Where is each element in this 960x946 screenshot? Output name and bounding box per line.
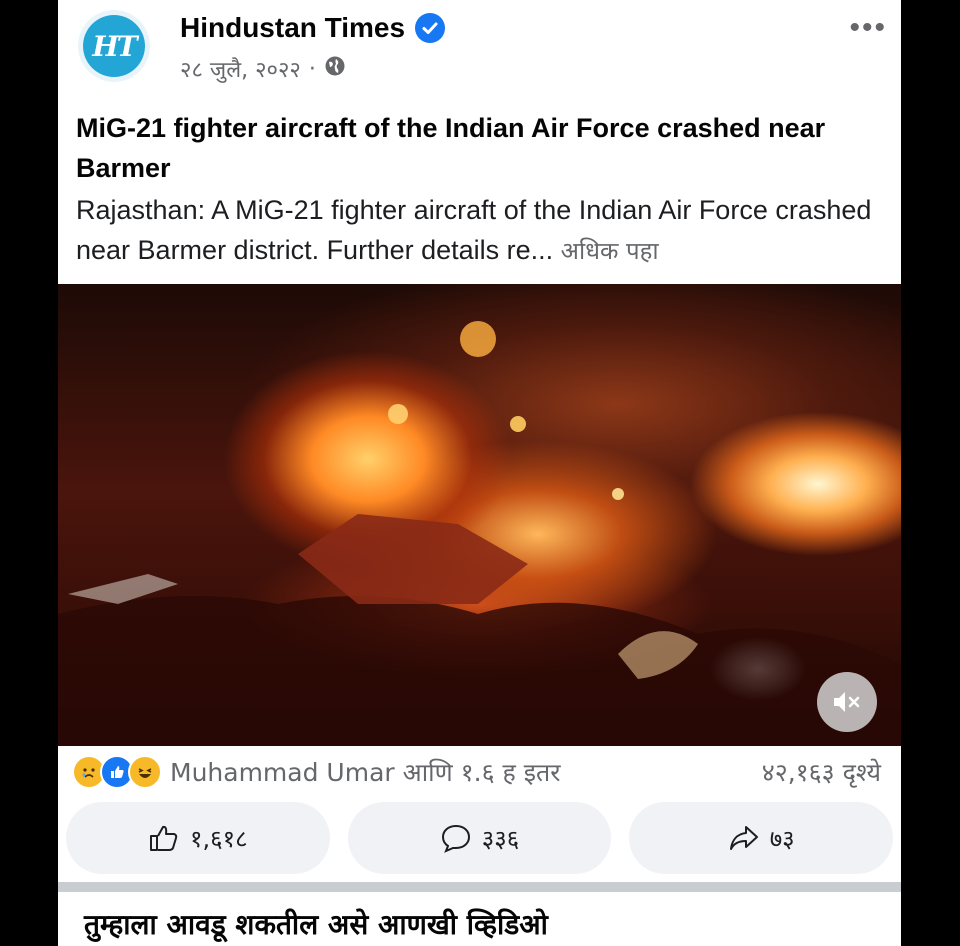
fire-scene [58, 321, 901, 746]
post-card: HT Hindustan Times २८ जुलै, २०२२ · ••• M… [58, 0, 901, 946]
reactions-summary[interactable]: Muhammad Umar आणि १.६ ह इतर [170, 755, 561, 789]
post-title: MiG-21 fighter aircraft of the Indian Ai… [76, 113, 826, 183]
page-avatar[interactable]: HT [78, 10, 150, 82]
description-text: Rajasthan: A MiG-21 fighter aircraft of … [76, 195, 872, 265]
see-more-link[interactable]: अधिक पहा [561, 237, 659, 265]
post-meta: २८ जुलै, २०२२ · [180, 54, 346, 84]
volume-muted-icon [834, 692, 860, 712]
thumbs-up-icon [150, 825, 178, 851]
page-name-row: Hindustan Times [180, 12, 446, 44]
page-name[interactable]: Hindustan Times [180, 12, 405, 44]
ht-logo: HT [83, 15, 145, 77]
comment-icon [441, 824, 470, 853]
comment-count: ३३६ [481, 824, 520, 853]
suggested-videos-heading: तुम्हाला आवडू शकतील असे आणखी व्हिडिओ [84, 908, 548, 941]
meta-separator: · [308, 56, 316, 82]
reactions-bar: Muhammad Umar आणि १.६ ह इतर ४२,१६३ दृश्य… [72, 752, 887, 792]
section-divider [58, 882, 901, 892]
post-description: Rajasthan: A MiG-21 fighter aircraft of … [76, 190, 896, 271]
share-icon [729, 826, 758, 850]
haha-reaction-icon [128, 755, 162, 789]
comment-button[interactable]: ३३६ [347, 802, 612, 874]
video-player[interactable] [58, 284, 901, 746]
verified-badge-icon [415, 13, 446, 43]
share-button[interactable]: ७३ [629, 802, 894, 874]
more-options-icon[interactable]: ••• [849, 13, 887, 43]
mute-toggle-button[interactable] [817, 672, 877, 732]
action-buttons: १,६१८ ३३६ ७३ [66, 802, 894, 874]
view-count: ४२,१६३ दृश्ये [761, 758, 881, 787]
like-button[interactable]: १,६१८ [66, 802, 330, 874]
like-count: १,६१८ [190, 824, 248, 853]
globe-icon [324, 55, 346, 83]
reaction-icons[interactable] [72, 755, 162, 789]
post-date[interactable]: २८ जुलै, २०२२ [180, 54, 301, 84]
share-count: ७३ [769, 824, 795, 853]
